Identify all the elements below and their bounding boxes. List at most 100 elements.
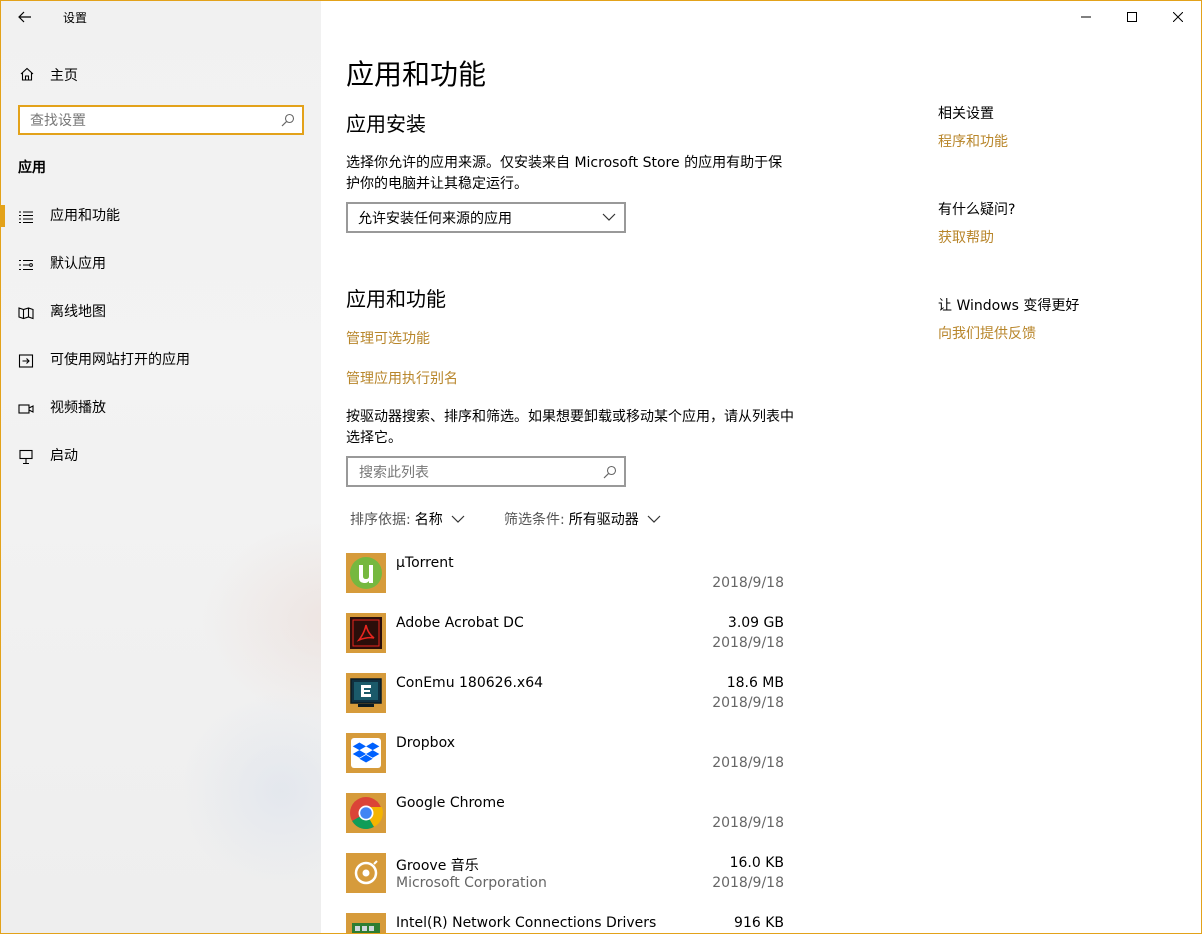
minimize-button[interactable] xyxy=(1063,1,1109,33)
video-playback-icon xyxy=(18,404,34,414)
list-item[interactable]: Dropbox 2018/9/18 xyxy=(346,733,786,793)
dropdown-value: 允许安装任何来源的应用 xyxy=(358,211,512,227)
app-name: Intel(R) Network Connections Drivers xyxy=(396,915,657,931)
sidebar-home-label: 主页 xyxy=(50,68,78,84)
app-date: 2018/9/18 xyxy=(712,875,784,891)
close-button[interactable] xyxy=(1155,1,1201,33)
filter-value: 所有驱动器 xyxy=(568,512,639,528)
sidebar-item-home[interactable]: 主页 xyxy=(1,57,321,91)
app-publisher: Microsoft Corporation xyxy=(396,875,547,891)
sidebar-item-label: 默认应用 xyxy=(50,256,106,272)
improve-windows-heading: 让 Windows 变得更好 xyxy=(938,298,1080,314)
sidebar-item-offline-maps[interactable]: 离线地图 xyxy=(1,289,321,337)
app-date: 2018/9/18 xyxy=(712,635,784,651)
selected-indicator xyxy=(1,205,5,227)
app-date: 2018/9/18 xyxy=(712,575,784,591)
sidebar-item-label: 应用和功能 xyxy=(50,208,120,224)
sidebar-item-default-apps[interactable]: 默认应用 xyxy=(1,241,321,289)
chrome-icon xyxy=(346,793,386,833)
app-date: 2018/9/18 xyxy=(712,695,784,711)
sidebar-item-video-playback[interactable]: 视频播放 xyxy=(1,385,321,433)
main-content: 应用和功能 应用安装 选择你允许的应用来源。仅安装来自 Microsoft St… xyxy=(322,1,1201,933)
app-name: ConEmu 180626.x64 xyxy=(396,675,544,691)
get-help-link[interactable]: 获取帮助 xyxy=(938,227,994,247)
conemu-icon xyxy=(346,673,386,713)
app-size: 16.0 KB xyxy=(729,855,784,871)
question-heading: 有什么疑问? xyxy=(938,202,1016,218)
minimize-icon xyxy=(1081,16,1091,18)
sidebar-item-apps-for-websites[interactable]: 可使用网站打开的应用 xyxy=(1,337,321,385)
programs-features-link[interactable]: 程序和功能 xyxy=(938,131,1008,151)
chevron-down-icon xyxy=(647,515,661,523)
back-arrow-icon xyxy=(18,11,31,23)
app-name: Google Chrome xyxy=(396,795,505,811)
features-section-heading: 应用和功能 xyxy=(346,287,446,311)
sort-by-dropdown[interactable]: 排序依据: 名称 xyxy=(350,509,465,529)
maximize-icon xyxy=(1127,12,1137,22)
app-name: µTorrent xyxy=(396,555,454,571)
sidebar: 设置 主页 应用 应用和功能 xyxy=(1,1,321,933)
offline-maps-icon xyxy=(18,307,34,320)
app-date: 2018/9/18 xyxy=(712,755,784,771)
install-section-heading: 应用安装 xyxy=(346,112,426,136)
settings-window: 设置 主页 应用 应用和功能 xyxy=(0,0,1202,934)
acrobat-icon xyxy=(346,613,386,653)
back-button[interactable] xyxy=(11,5,39,29)
app-size: 3.09 GB xyxy=(727,615,784,631)
maximize-button[interactable] xyxy=(1109,1,1155,33)
sidebar-item-label: 启动 xyxy=(50,448,78,464)
app-date: 2018/9/18 xyxy=(712,815,784,831)
app-name: Dropbox xyxy=(396,735,455,751)
list-item[interactable]: Intel(R) Network Connections Drivers 916… xyxy=(346,913,786,933)
sidebar-section-apps: 应用 xyxy=(18,160,46,176)
home-icon xyxy=(20,67,34,81)
sidebar-item-label: 视频播放 xyxy=(50,400,106,416)
page-title: 应用和功能 xyxy=(346,58,487,91)
intel-network-icon xyxy=(346,913,386,933)
filter-by-dropdown[interactable]: 筛选条件: 所有驱动器 xyxy=(504,509,661,529)
app-list-search-box[interactable] xyxy=(346,456,626,487)
install-source-dropdown[interactable]: 允许安装任何来源的应用 xyxy=(346,202,626,233)
list-item[interactable]: µTorrent 2018/9/18 xyxy=(346,553,786,613)
dropbox-icon xyxy=(346,733,386,773)
manage-app-aliases-link[interactable]: 管理应用执行别名 xyxy=(346,368,458,388)
settings-search-input[interactable] xyxy=(28,110,272,132)
close-icon xyxy=(1173,12,1183,22)
app-size: 18.6 MB xyxy=(726,675,784,691)
startup-icon xyxy=(19,449,33,465)
search-icon[interactable] xyxy=(603,465,617,479)
chevron-down-icon xyxy=(451,515,465,523)
related-settings-heading: 相关设置 xyxy=(938,106,994,122)
app-name: Adobe Acrobat DC xyxy=(396,615,524,631)
sort-value: 名称 xyxy=(414,512,443,528)
app-size: 916 KB xyxy=(734,915,784,931)
sidebar-nav-list: 应用和功能 默认应用 离线地图 可使用网站打开的应用 视频播放 启动 xyxy=(1,193,321,481)
app-list-search-input[interactable] xyxy=(357,462,601,484)
sidebar-item-label: 离线地图 xyxy=(50,304,106,320)
feedback-link[interactable]: 向我们提供反馈 xyxy=(938,323,1036,343)
list-item[interactable]: Groove 音乐 Microsoft Corporation 16.0 KB … xyxy=(346,853,786,913)
manage-optional-features-link[interactable]: 管理可选功能 xyxy=(346,328,430,348)
app-list: µTorrent 2018/9/18 Adobe Acrobat DC 3.09… xyxy=(346,553,786,933)
chevron-down-icon xyxy=(602,213,616,221)
groove-music-icon xyxy=(346,853,386,893)
apps-for-websites-icon xyxy=(18,354,34,368)
window-title: 设置 xyxy=(63,11,88,25)
app-name: Groove 音乐 xyxy=(396,858,479,874)
list-item[interactable]: ConEmu 180626.x64 18.6 MB 2018/9/18 xyxy=(346,673,786,733)
sidebar-item-label: 可使用网站打开的应用 xyxy=(50,352,190,368)
install-description: 选择你允许的应用来源。仅安装来自 Microsoft Store 的应用有助于保… xyxy=(346,155,783,192)
list-item[interactable]: Google Chrome 2018/9/18 xyxy=(346,793,786,853)
sidebar-item-apps-features[interactable]: 应用和功能 xyxy=(1,193,321,241)
list-item[interactable]: Adobe Acrobat DC 3.09 GB 2018/9/18 xyxy=(346,613,786,673)
features-description: 按驱动器搜索、排序和筛选。如果想要卸载或移动某个应用，请从列表中选择它。 xyxy=(346,409,794,446)
utorrent-icon xyxy=(346,553,386,593)
search-icon[interactable] xyxy=(281,113,295,127)
window-controls xyxy=(1063,1,1201,33)
sidebar-item-startup[interactable]: 启动 xyxy=(1,433,321,481)
default-apps-icon xyxy=(19,259,33,271)
sort-key-label: 排序依据: xyxy=(350,512,411,528)
filter-key-label: 筛选条件: xyxy=(504,512,565,528)
apps-list-icon xyxy=(19,211,33,224)
settings-search-box[interactable] xyxy=(18,105,304,135)
